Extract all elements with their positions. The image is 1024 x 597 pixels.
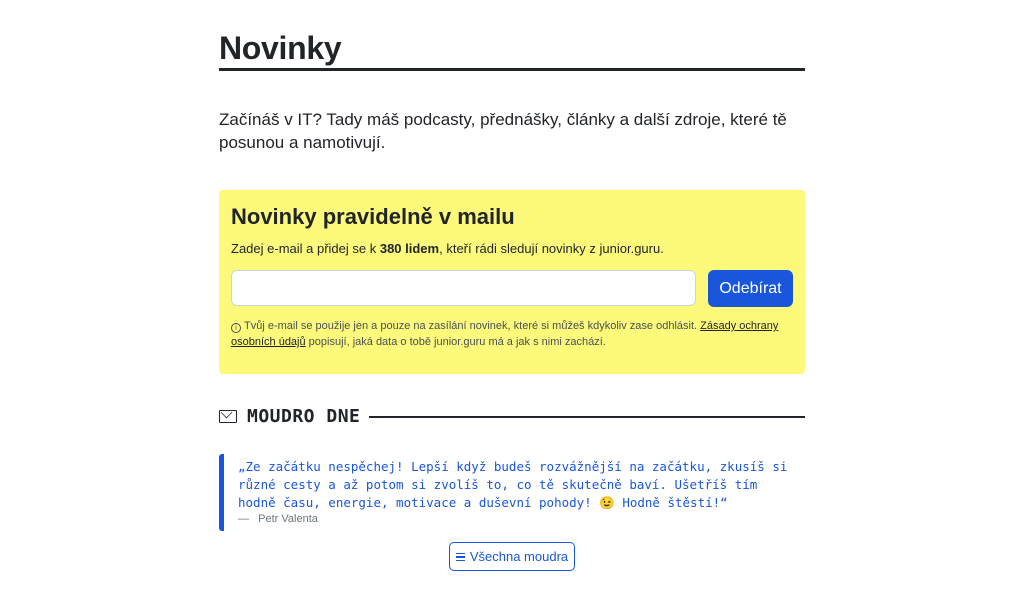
- intro-text: Začínáš v IT? Tady máš podcasty, přednáš…: [219, 110, 787, 152]
- wisdom-section-header: MOUDRO DNE: [219, 405, 805, 429]
- author-dash: —: [238, 513, 249, 525]
- email-field[interactable]: [231, 270, 696, 306]
- all-wisdom-button[interactable]: Všechna moudra: [449, 542, 575, 571]
- section-title: MOUDRO DNE: [247, 406, 361, 427]
- info-circle-icon: i: [231, 323, 241, 333]
- newsletter-lead-start: Zadej e-mail a přidej se k: [231, 241, 380, 256]
- privacy-note-end: popisují, jaká data o tobě junior.guru m…: [305, 336, 606, 348]
- subscriber-count: 380 lidem: [379, 241, 440, 256]
- privacy-note: i Tvůj e-mail se použije jen a pouze na z…: [231, 318, 791, 350]
- list-icon: [455, 553, 465, 561]
- newsletter-lead-end: , kteří rádi sledují novinky z junior.gu…: [439, 241, 664, 256]
- newsletter-lead: Zadej e-mail a přidej se k 380 lidem, kt…: [231, 241, 664, 256]
- newsletter-box: Novinky pravidelně v mailu Zadej e-mail …: [219, 190, 805, 374]
- author-name: Petr Valenta: [258, 513, 318, 525]
- page-title: Novinky: [219, 30, 342, 66]
- quote-author: — Petr Valenta: [238, 513, 318, 525]
- newsletter-heading: Novinky pravidelně v mailu: [231, 204, 515, 229]
- all-wisdom-label: Všechna moudra: [469, 549, 569, 564]
- envelope-heart-icon: [219, 410, 237, 423]
- section-divider: [369, 416, 805, 418]
- quote-text: „Ze začátku nespěchej! Lepší když budeš …: [238, 459, 788, 510]
- title-divider: [219, 68, 805, 71]
- wisdom-quote: „Ze začátku nespěchej! Lepší když budeš …: [219, 454, 805, 531]
- privacy-note-text: Tvůj e-mail se použije jen a pouze na za…: [244, 320, 701, 332]
- subscribe-button[interactable]: Odebírat: [708, 270, 793, 307]
